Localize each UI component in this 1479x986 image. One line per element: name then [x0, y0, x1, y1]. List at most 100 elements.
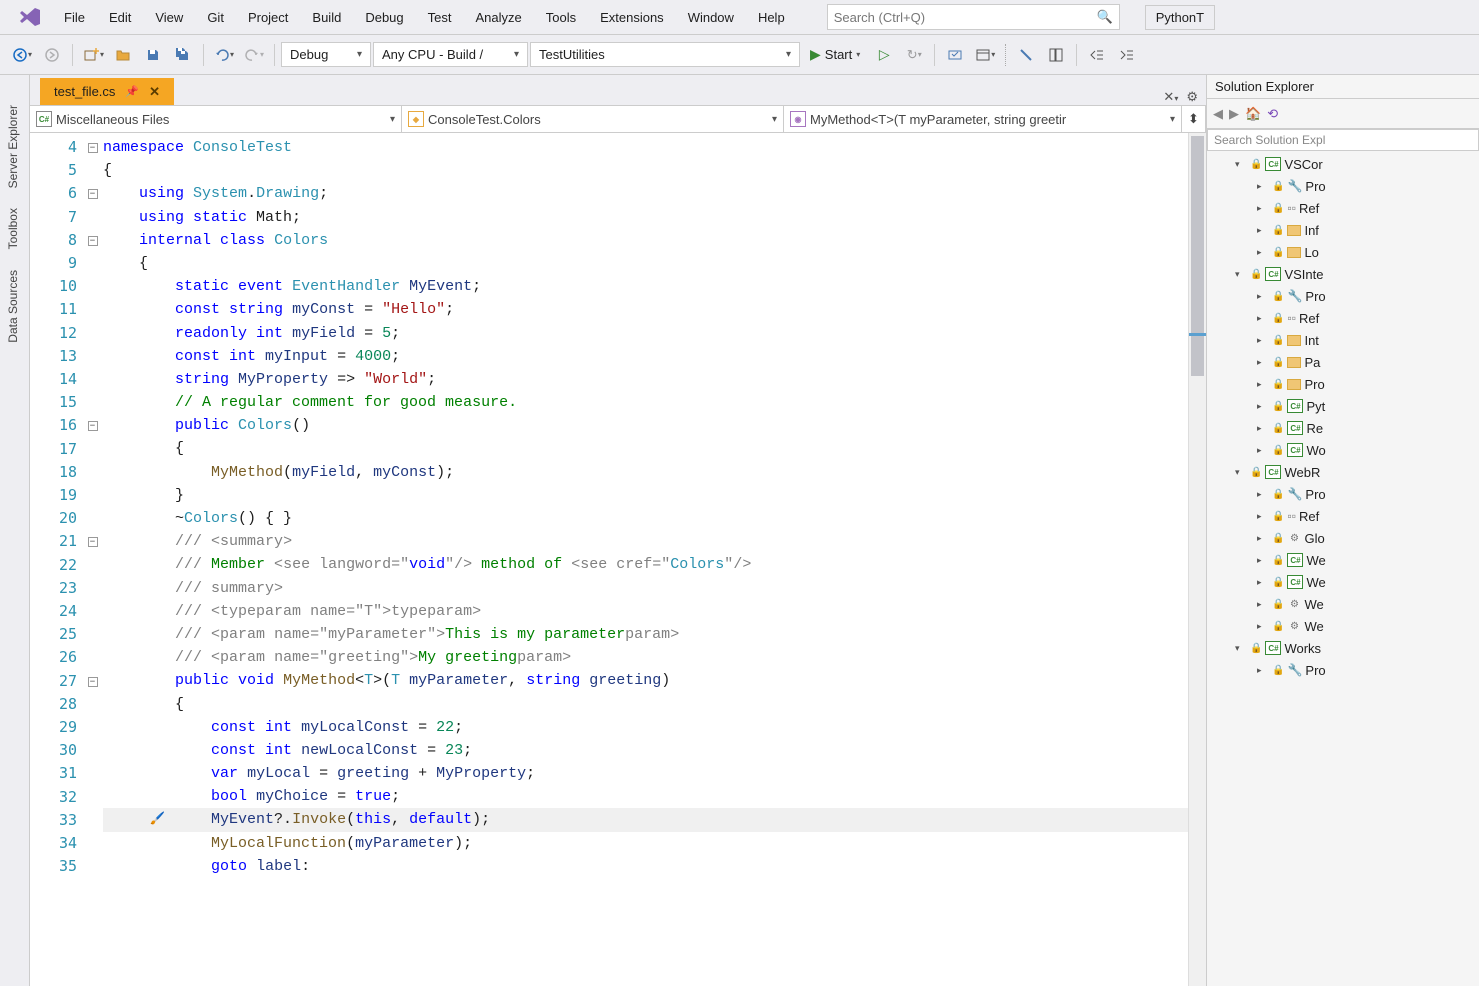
- toolbox-icon[interactable]: [1012, 41, 1040, 69]
- pin-icon[interactable]: 📌: [125, 85, 139, 98]
- tree-item[interactable]: ▸🔒C#Wo: [1207, 439, 1479, 461]
- open-button[interactable]: [109, 41, 137, 69]
- data-sources-tab[interactable]: Data Sources: [0, 260, 29, 353]
- vertical-scrollbar[interactable]: [1188, 133, 1206, 986]
- python-tools-button[interactable]: PythonT: [1145, 5, 1215, 30]
- nav-project-dropdown[interactable]: C# Miscellaneous Files▾: [30, 106, 402, 132]
- project-node[interactable]: ▾🔒C#Works: [1207, 637, 1479, 659]
- menu-edit[interactable]: Edit: [97, 4, 143, 31]
- tree-item[interactable]: ▸🔒🔧Pro: [1207, 659, 1479, 681]
- tree-item-label: Pro: [1305, 487, 1325, 502]
- sol-sync-icon[interactable]: ⟲: [1267, 106, 1278, 122]
- startup-project-dropdown[interactable]: TestUtilities▾: [530, 42, 800, 67]
- scrollbar-thumb[interactable]: [1191, 136, 1204, 376]
- tree-item[interactable]: ▸🔒C#We: [1207, 571, 1479, 593]
- sol-home-icon[interactable]: 🏠: [1245, 106, 1261, 122]
- lock-icon: 🔒: [1272, 665, 1284, 676]
- forward-button[interactable]: [38, 41, 66, 69]
- tree-item[interactable]: ▸🔒Pro: [1207, 373, 1479, 395]
- code-editor[interactable]: 4567891011121314151617181920212223242526…: [30, 133, 1206, 986]
- menu-project[interactable]: Project: [236, 4, 300, 31]
- tree-item[interactable]: ▸🔒🔧Pro: [1207, 285, 1479, 307]
- solution-tree[interactable]: ▾🔒C#VSCor▸🔒🔧Pro▸🔒▫▫Ref▸🔒Inf▸🔒Lo▾🔒C#VSInt…: [1207, 151, 1479, 986]
- tab-settings-icon[interactable]: ⚙: [1186, 89, 1198, 105]
- back-button[interactable]: ▾: [8, 41, 36, 69]
- tree-item[interactable]: ▸🔒C#We: [1207, 549, 1479, 571]
- folder-icon: [1287, 225, 1301, 236]
- menu-tools[interactable]: Tools: [534, 4, 588, 31]
- tree-item[interactable]: ▸🔒C#Pyt: [1207, 395, 1479, 417]
- redo-button[interactable]: ▾: [240, 41, 268, 69]
- lock-icon: 🔒: [1272, 225, 1284, 236]
- tree-item[interactable]: ▸🔒▫▫Ref: [1207, 307, 1479, 329]
- tree-item[interactable]: ▸🔒▫▫Ref: [1207, 505, 1479, 527]
- tree-item[interactable]: ▸🔒⚙Glo: [1207, 527, 1479, 549]
- tree-item[interactable]: ▸🔒▫▫Ref: [1207, 197, 1479, 219]
- menu-extensions[interactable]: Extensions: [588, 4, 676, 31]
- tree-item[interactable]: ▸🔒⚙We: [1207, 593, 1479, 615]
- tree-item[interactable]: ▸🔒🔧Pro: [1207, 175, 1479, 197]
- outdent-button[interactable]: [1083, 41, 1111, 69]
- sol-back-icon[interactable]: ◀: [1213, 106, 1223, 122]
- tree-item-label: Wo: [1306, 443, 1325, 458]
- undo-button[interactable]: ▾: [210, 41, 238, 69]
- refresh-button[interactable]: ↻▾: [900, 41, 928, 69]
- file-tab-active[interactable]: test_file.cs 📌 ✕: [40, 78, 174, 105]
- split-editor-button[interactable]: ⬍: [1182, 106, 1206, 132]
- save-button[interactable]: [139, 41, 167, 69]
- menu-help[interactable]: Help: [746, 4, 797, 31]
- main-area: Server Explorer Toolbox Data Sources tes…: [0, 75, 1479, 986]
- class-icon: ◆: [408, 111, 424, 127]
- tree-item[interactable]: ▸🔒Int: [1207, 329, 1479, 351]
- sol-forward-icon[interactable]: ▶: [1229, 106, 1239, 122]
- search-input[interactable]: Search (Ctrl+Q) 🔍: [827, 4, 1120, 30]
- tree-item-label: Ref: [1299, 201, 1319, 216]
- quick-action-icon[interactable]: 🖌️: [150, 811, 164, 825]
- csharp-file-icon: C#: [1287, 399, 1303, 413]
- project-label: VSCor: [1284, 157, 1322, 172]
- nav-member-dropdown[interactable]: ◉ MyMethod<T>(T myParameter, string gree…: [784, 106, 1182, 132]
- menu-git[interactable]: Git: [195, 4, 236, 31]
- tab-overflow-close-icon[interactable]: ✕▾: [1163, 89, 1178, 105]
- menu-test[interactable]: Test: [416, 4, 464, 31]
- new-project-button[interactable]: ▾: [79, 41, 107, 69]
- close-icon[interactable]: ✕: [149, 84, 160, 100]
- configuration-dropdown[interactable]: Debug▾: [281, 42, 371, 67]
- menu-build[interactable]: Build: [300, 4, 353, 31]
- tree-item[interactable]: ▸🔒Pa: [1207, 351, 1479, 373]
- wrench-icon: 🔧: [1287, 663, 1302, 677]
- menu-view[interactable]: View: [143, 4, 195, 31]
- lock-icon: 🔒: [1272, 599, 1284, 610]
- platform-dropdown[interactable]: Any CPU - Build /▾: [373, 42, 528, 67]
- start-button[interactable]: ▶ Start ▾: [802, 42, 868, 67]
- project-node[interactable]: ▾🔒C#VSCor: [1207, 153, 1479, 175]
- server-explorer-tab[interactable]: Server Explorer: [0, 95, 29, 198]
- toolbox-tab[interactable]: Toolbox: [0, 198, 29, 259]
- tree-item[interactable]: ▸🔒Lo: [1207, 241, 1479, 263]
- save-all-button[interactable]: [169, 41, 197, 69]
- attach-debugger-button[interactable]: [941, 41, 969, 69]
- indent-button[interactable]: [1113, 41, 1141, 69]
- solution-search-input[interactable]: Search Solution Expl: [1207, 129, 1479, 151]
- browser-link-button[interactable]: ▾: [971, 41, 999, 69]
- menu-file[interactable]: File: [52, 4, 97, 31]
- code-content[interactable]: namespace ConsoleTest{ using System.Draw…: [100, 133, 1188, 986]
- nav-class-dropdown[interactable]: ◆ ConsoleTest.Colors▾: [402, 106, 784, 132]
- layout-icon[interactable]: [1042, 41, 1070, 69]
- start-without-debug-button[interactable]: ▷: [870, 41, 898, 69]
- menu-analyze[interactable]: Analyze: [463, 4, 533, 31]
- menu-window[interactable]: Window: [676, 4, 746, 31]
- references-icon: ▫▫: [1287, 509, 1296, 523]
- project-node[interactable]: ▾🔒C#VSInte: [1207, 263, 1479, 285]
- project-label: WebR: [1284, 465, 1320, 480]
- tree-item-label: We: [1306, 575, 1325, 590]
- menu-debug[interactable]: Debug: [353, 4, 415, 31]
- references-icon: ▫▫: [1287, 201, 1296, 215]
- project-node[interactable]: ▾🔒C#WebR: [1207, 461, 1479, 483]
- tree-item[interactable]: ▸🔒⚙We: [1207, 615, 1479, 637]
- references-icon: ▫▫: [1287, 311, 1296, 325]
- tree-item[interactable]: ▸🔒🔧Pro: [1207, 483, 1479, 505]
- tree-item[interactable]: ▸🔒Inf: [1207, 219, 1479, 241]
- tree-item[interactable]: ▸🔒C#Re: [1207, 417, 1479, 439]
- fold-column[interactable]: − − − − − −: [85, 133, 100, 986]
